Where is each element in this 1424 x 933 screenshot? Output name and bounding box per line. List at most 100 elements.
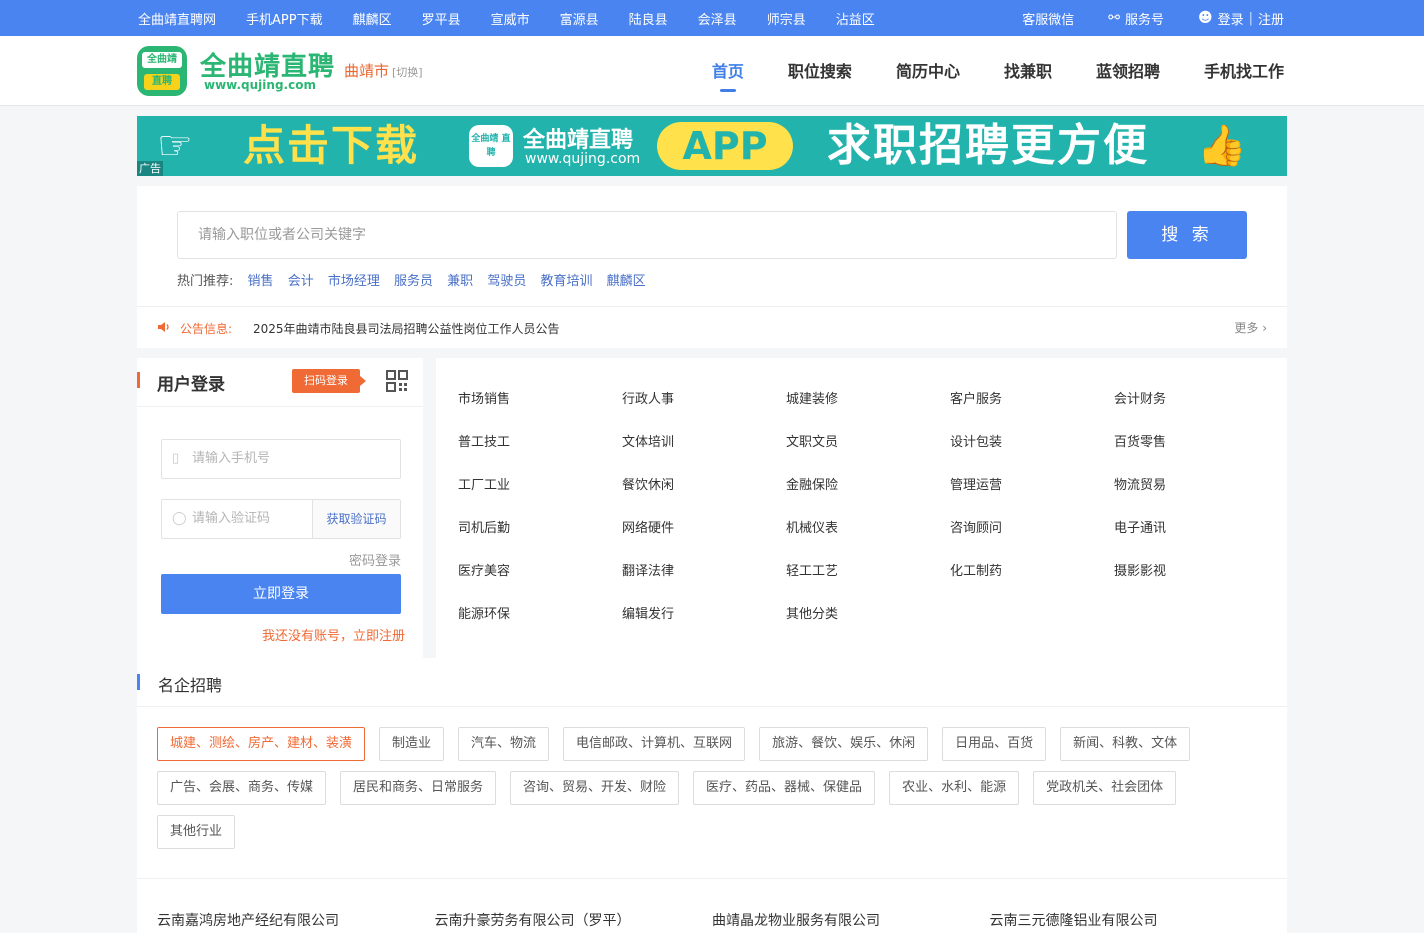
search-input[interactable]: 请输入职位或者公司关键字 (177, 211, 1117, 259)
category-link[interactable]: 客户服务 (950, 388, 1114, 431)
category-link[interactable]: 翻译法律 (622, 560, 786, 603)
nav-resume-center[interactable]: 简历中心 (896, 36, 960, 106)
company-link[interactable]: 云南嘉鸿房地产经纪有限公司 (157, 910, 435, 930)
category-link[interactable]: 文职文员 (786, 431, 950, 474)
industry-tag[interactable]: 居民和商务、日常服务 (340, 771, 497, 805)
divider (137, 706, 1287, 707)
industry-tag[interactable]: 新闻、科教、文体 (1060, 727, 1191, 761)
category-link[interactable]: 机械仪表 (786, 517, 950, 560)
category-link[interactable]: 文体培训 (622, 431, 786, 474)
category-link[interactable]: 城建装修 (786, 388, 950, 431)
app-download-banner[interactable]: ☞ 点击下载 全曲靖 直聘 全曲靖直聘 www.qujing.com APP 求… (137, 116, 1287, 176)
company-link[interactable]: 云南三元德隆铝业有限公司 (990, 910, 1268, 930)
search-button[interactable]: 搜 索 (1127, 211, 1247, 259)
category-link[interactable]: 其他分类 (786, 603, 950, 646)
industry-tag[interactable]: 汽车、物流 (458, 727, 550, 761)
nav-job-search[interactable]: 职位搜索 (788, 36, 852, 106)
top-link-site[interactable]: 全曲靖直聘网 (138, 9, 216, 28)
top-link-huize[interactable]: 会泽县 (698, 9, 737, 28)
industry-tag[interactable]: 广告、会展、商务、传媒 (157, 771, 327, 805)
register-now-link[interactable]: 我还没有账号，立即注册 (262, 625, 405, 644)
category-link[interactable]: 轻工工艺 (786, 560, 950, 603)
category-link[interactable]: 摄影影视 (1114, 560, 1278, 603)
title-accent-bar (137, 372, 140, 388)
category-link[interactable]: 医疗美容 (458, 560, 622, 603)
industry-tag[interactable]: 党政机关、社会团体 (1033, 771, 1177, 805)
hot-keyword[interactable]: 驾驶员 (487, 274, 526, 289)
company-list: 云南嘉鸿房地产经纪有限公司 云南升豪劳务有限公司（罗平） 曲靖晶龙物业服务有限公司云… (157, 910, 1267, 930)
hot-keyword[interactable]: 教育培训 (540, 274, 592, 289)
top-links: 全曲靖直聘网 手机APP下载 麒麟区 罗平县 宣威市 富源县 陆良县 会泽县 师… (138, 0, 905, 36)
industry-tag[interactable]: 电信邮政、计算机、互联网 (563, 727, 746, 761)
service-account-link[interactable]: ⚯ 服务号 (1108, 9, 1164, 28)
industry-tag[interactable]: 日用品、百货 (942, 727, 1047, 761)
category-link[interactable]: 物流贸易 (1114, 474, 1278, 517)
nav-blue-collar[interactable]: 蓝领招聘 (1096, 36, 1160, 106)
category-link[interactable]: 市场销售 (458, 388, 622, 431)
hot-keyword[interactable]: 市场经理 (328, 274, 380, 289)
qr-code-icon[interactable] (386, 370, 408, 392)
hot-keyword[interactable]: 兼职 (447, 274, 473, 289)
notice-text[interactable]: 2025年曲靖市陆良县司法局招聘公益性岗位工作人员公告 (253, 320, 560, 337)
get-code-button[interactable]: 获取验证码 (312, 500, 400, 538)
login-title: 用户登录 (157, 375, 225, 395)
category-link[interactable]: 能源环保 (458, 603, 622, 646)
category-link[interactable]: 百货零售 (1114, 431, 1278, 474)
industry-tag[interactable]: 其他行业 (157, 815, 236, 849)
city-switch[interactable]: [切换] (392, 66, 423, 79)
category-link[interactable]: 化工制药 (950, 560, 1114, 603)
top-link-app-download[interactable]: 手机APP下载 (246, 9, 323, 28)
company-link[interactable]: 云南升豪劳务有限公司（罗平） (435, 910, 713, 930)
top-link-fuyuan[interactable]: 富源县 (560, 9, 599, 28)
top-link-xuanwei[interactable]: 宣威市 (491, 9, 530, 28)
hot-keyword[interactable]: 麒麟区 (607, 274, 646, 289)
login-button[interactable]: 立即登录 (161, 574, 401, 614)
auth-links: ☻ 登录 | 注册 (1198, 9, 1284, 28)
hot-keyword[interactable]: 销售 (248, 274, 274, 289)
category-link[interactable]: 普工技工 (458, 431, 622, 474)
top-link-luliang[interactable]: 陆良县 (629, 9, 668, 28)
top-link-shizong[interactable]: 师宗县 (767, 9, 806, 28)
category-link[interactable]: 设计包装 (950, 431, 1114, 474)
famous-companies-section: 名企招聘 城建、测绘、房产、建材、装潢 制造业 汽车、物流 电信邮政、计算机、互联网旅… (137, 658, 1287, 933)
category-link[interactable]: 编辑发行 (622, 603, 786, 646)
nav-mobile-jobs[interactable]: 手机找工作 (1204, 36, 1284, 106)
password-login-link[interactable]: 密码登录 (349, 550, 401, 569)
category-link[interactable]: 行政人事 (622, 388, 786, 431)
top-link-luoping[interactable]: 罗平县 (422, 9, 461, 28)
category-link[interactable]: 司机后勤 (458, 517, 622, 560)
category-link[interactable]: 金融保险 (786, 474, 950, 517)
category-link[interactable]: 会计财务 (1114, 388, 1278, 431)
category-link[interactable]: 工厂工业 (458, 474, 622, 517)
hot-keyword[interactable]: 服务员 (394, 274, 433, 289)
industry-tag[interactable]: 制造业 (379, 727, 445, 761)
scan-login-tag[interactable]: 扫码登录 (292, 369, 366, 393)
nav-home[interactable]: 首页 (712, 36, 744, 106)
nav-part-time[interactable]: 找兼职 (1004, 36, 1052, 106)
service-account-label: 服务号 (1124, 12, 1164, 28)
industry-tag[interactable]: 医疗、药品、器械、保健品 (693, 771, 876, 805)
company-link[interactable]: 曲靖晶龙物业服务有限公司 (712, 910, 990, 930)
notice-more-link[interactable]: 更多 › (1234, 319, 1267, 336)
category-link[interactable]: 电子通讯 (1114, 517, 1278, 560)
login-link[interactable]: 登录 (1218, 9, 1244, 28)
category-link[interactable]: 网络硬件 (622, 517, 786, 560)
category-link[interactable]: 咨询顾问 (950, 517, 1114, 560)
industry-tag[interactable]: 旅游、餐饮、娱乐、休闲 (759, 727, 929, 761)
wechat-service-link[interactable]: 客服微信 (1022, 9, 1074, 28)
hot-keyword[interactable]: 会计 (288, 274, 314, 289)
top-link-zhanyi[interactable]: 沾益区 (836, 9, 875, 28)
phone-field[interactable]: ▯ 请输入手机号 (161, 439, 401, 479)
code-field[interactable]: ◯ 请输入验证码 获取验证码 (161, 499, 401, 539)
city-selector[interactable]: 曲靖市 [切换] (344, 60, 423, 81)
top-link-qilin[interactable]: 麒麟区 (353, 9, 392, 28)
industry-tag[interactable]: 城建、测绘、房产、建材、装潢 (157, 727, 366, 761)
industry-tag[interactable]: 咨询、贸易、开发、财险 (510, 771, 680, 805)
logo-url: www.qujing.com (204, 78, 316, 92)
phone-icon: ▯ (172, 451, 180, 466)
logo-mark[interactable]: 全曲靖 直聘 (137, 46, 187, 96)
industry-tag[interactable]: 农业、水利、能源 (889, 771, 1020, 805)
register-link[interactable]: 注册 (1258, 9, 1284, 28)
category-link[interactable]: 餐饮休闲 (622, 474, 786, 517)
category-link[interactable]: 管理运营 (950, 474, 1114, 517)
